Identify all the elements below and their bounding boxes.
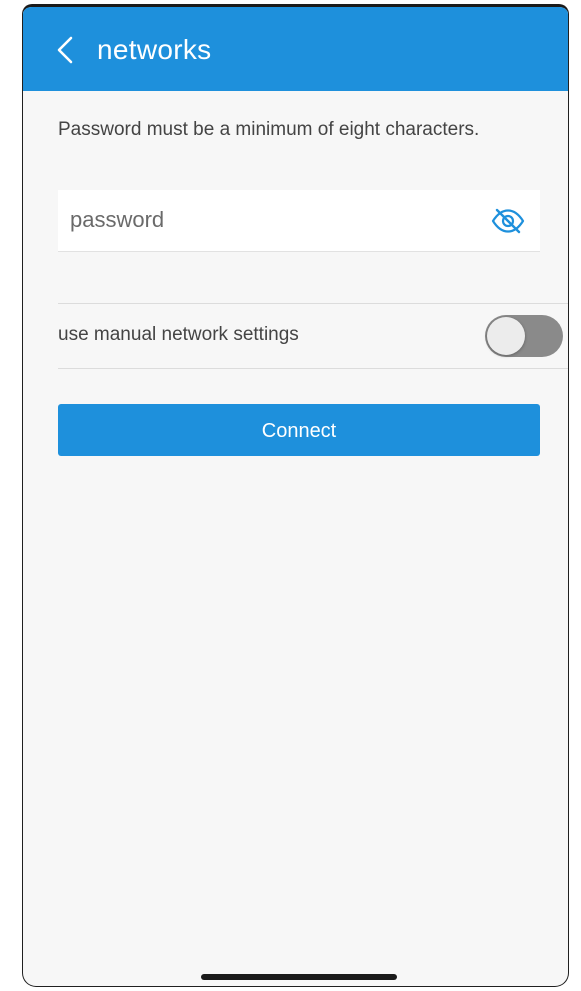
toggle-password-visibility-button[interactable]	[490, 207, 526, 235]
manual-settings-label: use manual network settings	[58, 324, 299, 345]
manual-settings-row: use manual network settings	[58, 304, 568, 368]
back-button[interactable]	[53, 35, 77, 65]
divider-bottom	[58, 368, 568, 369]
password-field	[58, 190, 540, 252]
toggle-knob	[487, 317, 525, 355]
chevron-left-icon	[57, 36, 73, 64]
eye-off-icon	[491, 208, 525, 234]
app-header: networks	[23, 7, 568, 91]
password-hint: Password must be a minimum of eight char…	[58, 119, 480, 140]
page-title: networks	[97, 34, 212, 65]
password-input[interactable]	[58, 190, 468, 250]
manual-settings-toggle[interactable]	[485, 315, 563, 357]
connect-button[interactable]: Connect	[58, 404, 540, 456]
home-indicator	[201, 974, 397, 980]
phone-screen: networks Password must be a minimum of e…	[22, 4, 569, 987]
